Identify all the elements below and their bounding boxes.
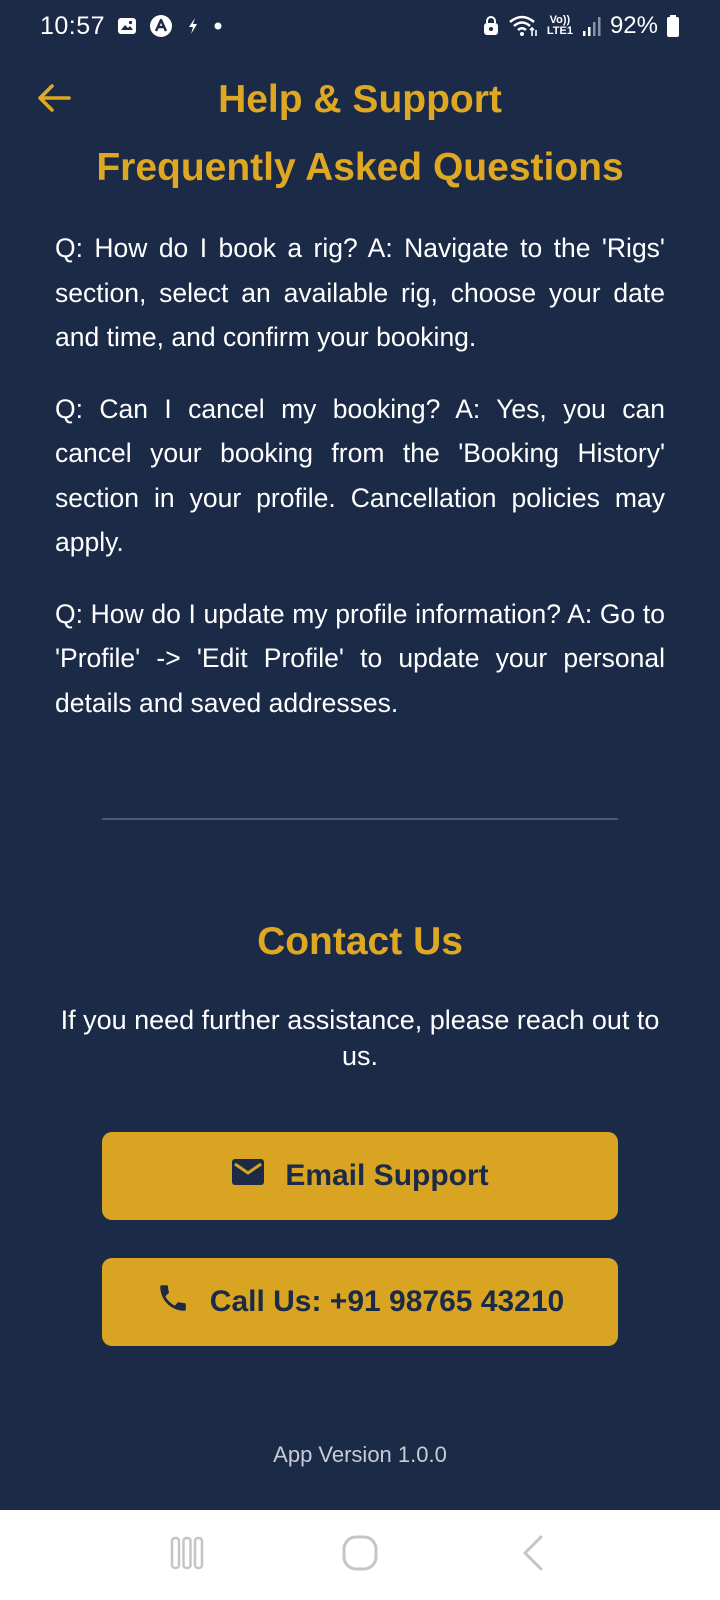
- app-version: App Version 1.0.0: [273, 1442, 447, 1467]
- section-divider: [102, 818, 618, 820]
- faq-heading: Frequently Asked Questions: [96, 146, 624, 189]
- email-icon: [231, 1158, 265, 1194]
- app-bar: Help & Support: [0, 60, 720, 140]
- email-support-label: Email Support: [285, 1159, 489, 1192]
- page-title: Help & Support: [218, 78, 502, 121]
- recent-apps-icon: [169, 1535, 205, 1576]
- faq-item: Q: How do I update my profile informatio…: [55, 598, 665, 718]
- email-support-button[interactable]: Email Support: [102, 1132, 618, 1220]
- status-left: 10:57: [40, 12, 223, 41]
- faq-list: Q: How do I book a rig? A: Navigate to t…: [55, 226, 665, 752]
- faq-item: Q: Can I cancel my booking? A: Yes, you …: [55, 393, 665, 558]
- home-icon: [341, 1534, 379, 1577]
- system-nav-bar: [0, 1510, 720, 1600]
- battery-percent: 92%: [609, 12, 658, 39]
- back-button[interactable]: [30, 76, 78, 124]
- flash-icon: [185, 16, 201, 36]
- recent-apps-button[interactable]: [157, 1525, 217, 1585]
- call-us-label: Call Us: +91 98765 43210: [209, 1285, 565, 1318]
- faq-item: Q: How do I book a rig? A: Navigate to t…: [55, 233, 665, 352]
- home-button[interactable]: [330, 1525, 390, 1585]
- status-time: 10:57: [40, 11, 106, 40]
- nav-back-button[interactable]: [503, 1525, 563, 1585]
- call-us-button[interactable]: Call Us: +91 98765 43210: [102, 1258, 618, 1346]
- back-icon: [519, 1534, 547, 1577]
- lock-icon: [482, 15, 500, 37]
- app-a-icon: [149, 14, 173, 38]
- wifi-icon: [508, 14, 538, 38]
- dot-icon: [213, 21, 223, 31]
- contact-heading: Contact Us: [257, 920, 463, 963]
- network-label: Vo)) LTE1: [546, 14, 573, 37]
- status-bar: 10:57 Vo)) LTE1 92%: [0, 0, 720, 52]
- signal-icon: [582, 15, 602, 37]
- volte-icon: Vo)) LTE1: [546, 15, 574, 37]
- battery-icon: [666, 14, 680, 38]
- status-right: Vo)) LTE1 92%: [482, 12, 680, 40]
- contact-text: If you need further assistance, please r…: [60, 1005, 660, 1071]
- gallery-icon: [117, 16, 137, 36]
- phone-icon: [156, 1281, 190, 1323]
- back-arrow-icon: [37, 83, 71, 118]
